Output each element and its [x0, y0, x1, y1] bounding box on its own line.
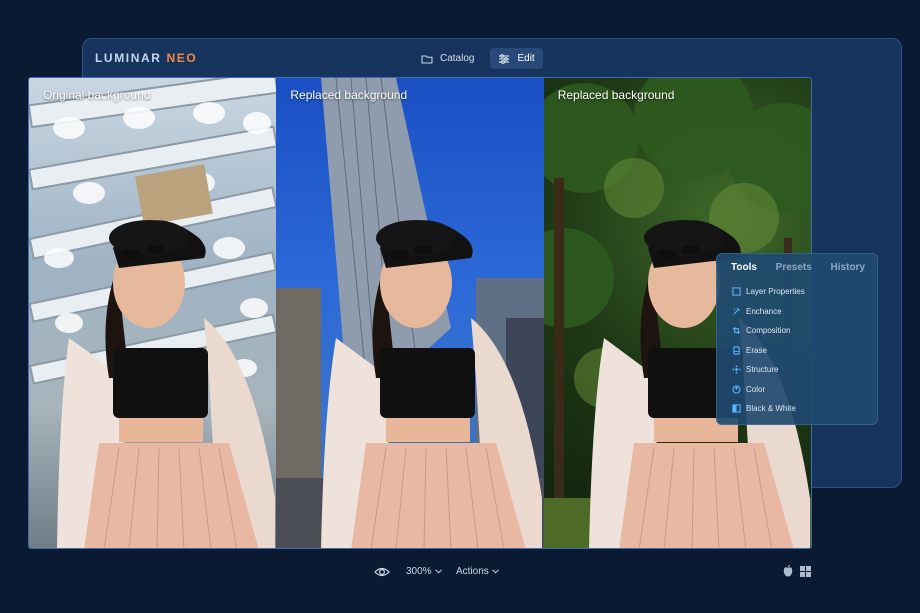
- erase-icon: [733, 346, 740, 355]
- sliders-icon: [499, 53, 510, 64]
- folder-icon: [421, 55, 433, 63]
- tool-color[interactable]: Color: [717, 380, 877, 400]
- actions-dropdown[interactable]: Actions: [456, 566, 499, 577]
- tab-history[interactable]: History: [831, 262, 865, 273]
- tool-label: Structure: [746, 365, 779, 375]
- tool-structure[interactable]: Structure: [717, 360, 877, 380]
- tool-layer-properties[interactable]: Layer Properties: [717, 282, 877, 302]
- app-logo: LUMINAR NEO: [95, 51, 197, 65]
- tools-panel-tabs: Tools Presets History: [717, 262, 877, 273]
- tool-label: Black & White: [746, 404, 796, 414]
- logo-primary: LUMINAR: [95, 51, 162, 65]
- tab-edit-label: Edit: [517, 53, 535, 64]
- preview-panel-original: Original background: [29, 78, 277, 548]
- bottom-toolbar: 300% Actions: [0, 560, 920, 584]
- tool-label: Enchance: [746, 306, 782, 316]
- layer-properties-icon: [732, 287, 741, 296]
- preview-panel-city: Replaced background: [276, 78, 544, 548]
- zoom-value: 300%: [406, 566, 432, 577]
- tool-label: Composition: [746, 326, 791, 336]
- structure-icon: [732, 365, 741, 374]
- composition-icon: [732, 327, 741, 335]
- tool-label: Erase: [746, 345, 767, 355]
- color-icon: [732, 385, 741, 394]
- tool-enhance[interactable]: Enchance: [717, 302, 877, 322]
- panel-label-city: Replaced background: [290, 88, 408, 102]
- tools-list: Layer Properties Enchance Composition Er…: [717, 282, 877, 419]
- tab-tools[interactable]: Tools: [731, 262, 757, 273]
- chevron-down-icon: [434, 569, 442, 574]
- tab-catalog-label: Catalog: [440, 53, 475, 64]
- actions-label: Actions: [456, 566, 489, 577]
- apple-icon: [783, 565, 793, 577]
- enhance-icon: [733, 307, 741, 315]
- windows-icon: [800, 566, 811, 577]
- mode-tabs: Catalog Edit: [413, 48, 543, 69]
- tool-label: Color: [746, 384, 766, 394]
- tab-edit[interactable]: Edit: [490, 48, 543, 69]
- woman-figure-image: [57, 220, 275, 548]
- tool-erase[interactable]: Erase: [717, 341, 877, 361]
- eye-icon[interactable]: [374, 565, 390, 579]
- tool-label: Layer Properties: [746, 287, 805, 297]
- tab-catalog[interactable]: Catalog: [413, 48, 482, 69]
- photo-preview[interactable]: Original background Replaced background …: [28, 77, 812, 549]
- woman-figure-image: [321, 220, 543, 548]
- chevron-down-icon: [491, 569, 499, 574]
- tool-composition[interactable]: Composition: [717, 321, 877, 341]
- panel-label-forest: Replaced background: [557, 88, 675, 102]
- black-white-icon: [732, 404, 741, 413]
- tools-panel: Tools Presets History Layer Properties E…: [716, 253, 878, 425]
- tab-presets[interactable]: Presets: [776, 262, 812, 273]
- tool-black-white[interactable]: Black & White: [717, 399, 877, 419]
- zoom-dropdown[interactable]: 300%: [406, 566, 442, 577]
- panel-label-original: Original background: [43, 88, 151, 102]
- logo-accent: NEO: [166, 51, 198, 65]
- titlebar: LUMINAR NEO Catalog Edit: [83, 39, 901, 77]
